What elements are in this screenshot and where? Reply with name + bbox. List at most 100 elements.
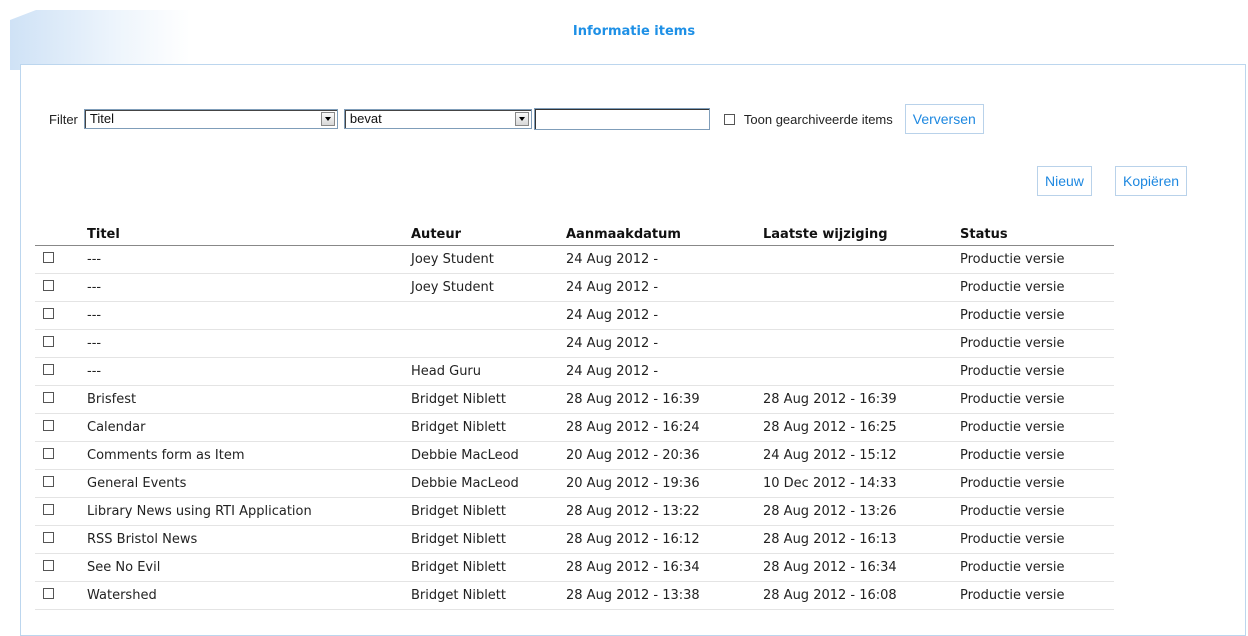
table-row[interactable]: --- 24 Aug 2012 - Productie versie [35, 329, 1114, 358]
row-checkbox[interactable] [43, 252, 54, 263]
row-checkbox[interactable] [43, 336, 54, 347]
table-row[interactable]: See No Evil Bridget Niblett 28 Aug 2012 - … [35, 553, 1114, 582]
chevron-down-icon[interactable] [320, 112, 335, 126]
cell-author: Bridget Niblett [411, 385, 566, 414]
row-checkbox[interactable] [43, 504, 54, 515]
show-archived-label: Toon gearchiveerde items [743, 111, 893, 127]
table-row[interactable]: Brisfest Bridget Niblett 28 Aug 2012 - 16:… [35, 385, 1114, 414]
chevron-down-icon[interactable] [514, 112, 529, 126]
cell-status: Productie versie [960, 413, 1114, 442]
cell-status: Productie versie [960, 497, 1114, 526]
row-checkbox[interactable] [43, 364, 54, 375]
row-select-cell [35, 357, 87, 386]
page-title: Informatie items [572, 24, 696, 39]
filter-operator-value: bevat [349, 111, 382, 126]
table-header-row: Titel Auteur Aanmaakdatum Laatste wijzig… [35, 223, 1114, 246]
cell-author: Head Guru [411, 357, 566, 386]
cell-title[interactable]: Comments form as Item [87, 441, 411, 470]
table-row[interactable]: Comments form as Item Debbie MacLeod 20 Au… [35, 441, 1114, 470]
cell-status: Productie versie [960, 301, 1114, 330]
cell-author: Bridget Niblett [411, 553, 566, 582]
row-checkbox[interactable] [43, 532, 54, 543]
row-checkbox[interactable] [43, 448, 54, 459]
header-author[interactable]: Auteur [411, 223, 566, 246]
row-checkbox[interactable] [43, 476, 54, 487]
cell-title[interactable]: RSS Bristol News [87, 525, 411, 554]
row-checkbox[interactable] [43, 280, 54, 291]
header-title[interactable]: Titel [87, 223, 411, 246]
new-button[interactable]: Nieuw [1037, 166, 1092, 196]
cell-status: Productie versie [960, 329, 1114, 358]
cell-title[interactable]: --- [87, 329, 411, 358]
header-corner-decoration [10, 10, 190, 70]
filter-field-select[interactable]: Titel [83, 109, 338, 129]
cell-title[interactable]: Brisfest [87, 385, 411, 414]
cell-modified: 28 Aug 2012 - 16:39 [763, 385, 960, 414]
cell-title[interactable]: General Events [87, 469, 411, 498]
cell-author: Joey Student [411, 273, 566, 302]
header-status[interactable]: Status [960, 223, 1114, 246]
cell-status: Productie versie [960, 441, 1114, 470]
cell-created: 28 Aug 2012 - 16:34 [566, 553, 763, 582]
cell-author: Debbie MacLeod [411, 441, 566, 470]
copy-button[interactable]: Kopiëren [1115, 166, 1188, 196]
cell-created: 24 Aug 2012 - [566, 329, 763, 358]
row-select-cell [35, 469, 87, 498]
header-created[interactable]: Aanmaakdatum [566, 223, 763, 246]
row-checkbox[interactable] [43, 308, 54, 319]
cell-created: 28 Aug 2012 - 13:22 [566, 497, 763, 526]
items-table: Titel Auteur Aanmaakdatum Laatste wijzig… [35, 223, 1114, 610]
cell-modified: 28 Aug 2012 - 16:25 [763, 413, 960, 442]
cell-author [411, 301, 566, 330]
cell-title[interactable]: Calendar [87, 413, 411, 442]
row-checkbox[interactable] [43, 420, 54, 431]
cell-title[interactable]: --- [87, 357, 411, 386]
cell-status: Productie versie [960, 273, 1114, 302]
table-row[interactable]: --- 24 Aug 2012 - Productie versie [35, 301, 1114, 330]
cell-created: 24 Aug 2012 - [566, 301, 763, 330]
table-row[interactable]: RSS Bristol News Bridget Niblett 28 Aug 20… [35, 525, 1114, 554]
table-row[interactable]: General Events Debbie MacLeod 20 Aug 2012 … [35, 469, 1114, 498]
table-row[interactable]: --- Head Guru 24 Aug 2012 - Productie versi… [35, 357, 1114, 386]
filter-bar: Filter Titel bevat Toon gearchiveerde it… [49, 104, 984, 134]
cell-title[interactable]: --- [87, 301, 411, 330]
table-row[interactable]: Watershed Bridget Niblett 28 Aug 2012 - 13… [35, 581, 1114, 610]
cell-author: Debbie MacLeod [411, 469, 566, 498]
filter-operator-select[interactable]: bevat [343, 109, 532, 129]
table-row[interactable]: Calendar Bridget Niblett 28 Aug 2012 - 16:… [35, 413, 1114, 442]
row-checkbox[interactable] [43, 560, 54, 571]
cell-title[interactable]: --- [87, 245, 411, 274]
cell-author: Bridget Niblett [411, 581, 566, 610]
cell-author: Bridget Niblett [411, 413, 566, 442]
row-checkbox[interactable] [43, 588, 54, 599]
cell-modified: 24 Aug 2012 - 15:12 [763, 441, 960, 470]
row-select-cell [35, 525, 87, 554]
show-archived-checkbox[interactable] [723, 113, 735, 125]
cell-modified: 28 Aug 2012 - 16:08 [763, 581, 960, 610]
row-select-cell [35, 441, 87, 470]
filter-text-input[interactable] [533, 108, 710, 130]
row-select-cell [35, 581, 87, 610]
cell-created: 24 Aug 2012 - [566, 245, 763, 274]
cell-title[interactable]: Library News using RTI Application [87, 497, 411, 526]
cell-modified [763, 301, 960, 330]
cell-created: 28 Aug 2012 - 16:12 [566, 525, 763, 554]
cell-title[interactable]: Watershed [87, 581, 411, 610]
header-select [35, 223, 87, 246]
cell-created: 28 Aug 2012 - 16:24 [566, 413, 763, 442]
refresh-button[interactable]: Verversen [904, 104, 984, 134]
row-checkbox[interactable] [43, 392, 54, 403]
cell-created: 20 Aug 2012 - 19:36 [566, 469, 763, 498]
cell-title[interactable]: --- [87, 273, 411, 302]
table-row[interactable]: Library News using RTI Application Bridge… [35, 497, 1114, 526]
header-modified[interactable]: Laatste wijziging [763, 223, 960, 246]
cell-status: Productie versie [960, 469, 1114, 498]
cell-status: Productie versie [960, 581, 1114, 610]
table-row[interactable]: --- Joey Student 24 Aug 2012 - Productie ve… [35, 273, 1114, 302]
cell-modified: 28 Aug 2012 - 13:26 [763, 497, 960, 526]
header-corner-notch [10, 10, 36, 20]
table-row[interactable]: --- Joey Student 24 Aug 2012 - Productie ve… [35, 245, 1114, 274]
cell-title[interactable]: See No Evil [87, 553, 411, 582]
row-select-cell [35, 497, 87, 526]
cell-modified [763, 329, 960, 358]
